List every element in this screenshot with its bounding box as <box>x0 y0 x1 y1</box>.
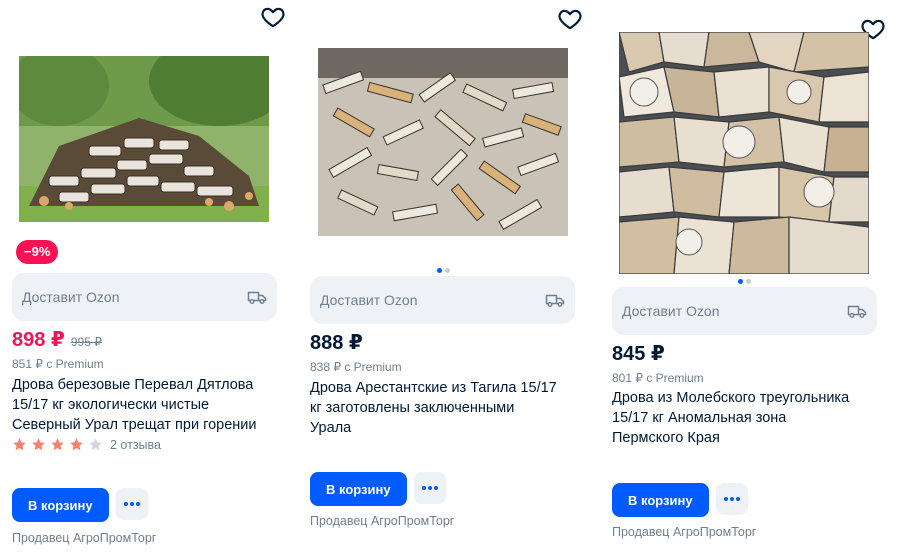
product-photo[interactable] <box>318 48 568 236</box>
pagination-dot[interactable] <box>746 279 751 284</box>
star-icon <box>89 438 102 451</box>
price-block: 888 ₽ <box>310 330 363 355</box>
title-line: Урала <box>310 420 352 436</box>
star-icon <box>13 438 26 451</box>
price: 888 ₽ <box>310 332 363 354</box>
image-pagination <box>437 268 450 273</box>
price-block: 898 ₽ 995 ₽ <box>12 327 102 352</box>
delivery-info: Доставит Ozon <box>12 273 277 321</box>
product-photo[interactable] <box>19 56 269 222</box>
title-line: Пермского Края <box>612 430 720 446</box>
image-pagination <box>738 279 751 284</box>
rating: 2 отзыва <box>12 437 161 452</box>
pagination-dot[interactable] <box>738 279 743 284</box>
reviews-count[interactable]: 2 отзыва <box>110 438 161 452</box>
product-card: Доставит Ozon 888 ₽ 838 ₽ с Premium Дров… <box>298 0 582 555</box>
price: 845 ₽ <box>612 343 665 365</box>
delivery-info: Доставит Ozon <box>310 276 575 324</box>
star-icon <box>51 438 64 451</box>
seller-name[interactable]: Продавец АгроПромТорг <box>12 531 156 545</box>
product-card: Доставит Ozon 845 ₽ 801 ₽ с Premium Дров… <box>600 0 885 555</box>
delivery-label: Доставит Ozon <box>622 303 720 319</box>
price: 898 ₽ <box>12 329 65 351</box>
discount-badge: −9% <box>16 240 59 264</box>
more-dots-icon[interactable] <box>116 488 148 520</box>
more-dots-icon[interactable] <box>414 472 446 504</box>
seller-name[interactable]: Продавец АгроПромТорг <box>612 525 756 539</box>
add-to-cart-button[interactable]: В корзину <box>310 472 407 506</box>
product-photo[interactable] <box>619 32 869 274</box>
premium-price: 838 ₽ с Premium <box>310 360 402 374</box>
old-price: 995 ₽ <box>70 335 102 349</box>
price-block: 845 ₽ <box>612 341 665 366</box>
premium-price: 801 ₽ с Premium <box>612 371 704 385</box>
title-line: Дрова березовые Перевал Дятлова <box>12 377 254 393</box>
product-card: −9% Доставит Ozon 898 ₽ 995 ₽ 851 ₽ с Pr… <box>0 0 285 555</box>
add-to-cart-button[interactable]: В корзину <box>612 483 709 517</box>
title-line: Дрова из Молебского треугольника <box>612 390 850 406</box>
title-line: 15/17 кг экологически чистые <box>12 397 210 413</box>
delivery-label: Доставит Ozon <box>22 289 120 305</box>
premium-price: 851 ₽ с Premium <box>12 357 104 371</box>
product-title[interactable]: Дрова из Молебского треугольника 15/17 к… <box>612 388 880 448</box>
delivery-label: Доставит Ozon <box>320 292 418 308</box>
star-icon <box>32 438 45 451</box>
delivery-info: Доставит Ozon <box>612 287 877 335</box>
title-line: Дрова Арестантские из Тагила 15/17 <box>310 380 557 396</box>
title-line: кг заготовлены заключенными <box>310 400 515 416</box>
seller-name[interactable]: Продавец АгроПромТорг <box>310 514 454 528</box>
truck-icon <box>847 303 867 319</box>
title-line: Северный Урал трещат при горении <box>12 417 257 433</box>
more-dots-icon[interactable] <box>716 483 748 515</box>
product-title[interactable]: Дрова Арестантские из Тагила 15/17 кг за… <box>310 378 578 438</box>
favorite-heart-icon[interactable] <box>260 4 288 32</box>
truck-icon <box>247 289 267 305</box>
truck-icon <box>545 292 565 308</box>
add-to-cart-button[interactable]: В корзину <box>12 488 109 522</box>
pagination-dot[interactable] <box>445 268 450 273</box>
favorite-heart-icon[interactable] <box>557 6 585 34</box>
star-icon <box>70 438 83 451</box>
pagination-dot[interactable] <box>437 268 442 273</box>
title-line: 15/17 кг Аномальная зона <box>612 410 787 426</box>
product-title[interactable]: Дрова березовые Перевал Дятлова 15/17 кг… <box>12 375 280 435</box>
